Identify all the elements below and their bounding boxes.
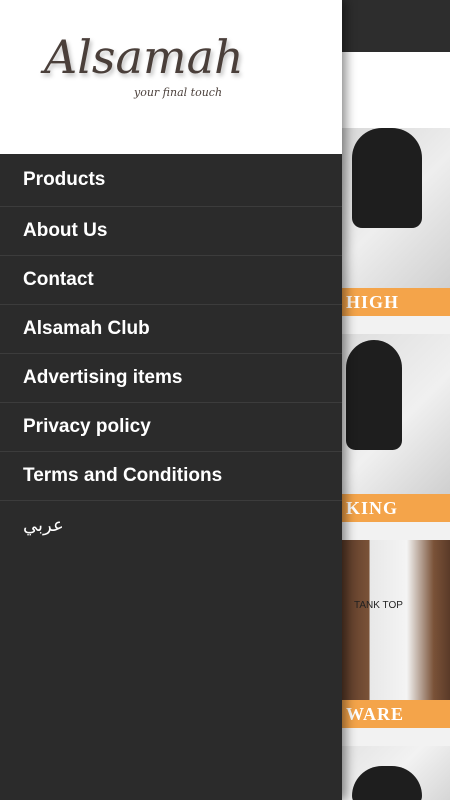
menu-item-label: Products <box>23 169 106 190</box>
model-figure <box>352 128 422 228</box>
menu-item-about-us[interactable]: About Us <box>0 207 342 256</box>
drawer-header: Alsamah your final touch <box>0 0 342 154</box>
menu-item-label: Alsamah Club <box>23 318 150 339</box>
menu-item-advertising-items[interactable]: Advertising items <box>0 354 342 403</box>
product-card[interactable]: KING <box>342 334 450 540</box>
drawer-menu: Products About Us Contact Alsamah Club A… <box>0 154 342 549</box>
product-card[interactable]: HIGH <box>342 128 450 334</box>
menu-item-label: Contact <box>23 269 94 290</box>
menu-item-label: Advertising items <box>23 367 183 388</box>
product-photo <box>342 128 450 288</box>
product-photo: TANK TOP <box>342 540 450 700</box>
product-banner: KING <box>342 494 450 522</box>
brand-logo: Alsamah <box>44 30 244 84</box>
menu-item-contact[interactable]: Contact <box>0 256 342 305</box>
menu-item-arabic-language[interactable]: عربي <box>0 501 342 549</box>
photo-label: TANK TOP <box>354 600 403 611</box>
menu-item-label: عربي <box>23 514 64 536</box>
menu-item-alsamah-club[interactable]: Alsamah Club <box>0 305 342 354</box>
menu-item-privacy-policy[interactable]: Privacy policy <box>0 403 342 452</box>
product-photo <box>342 746 450 800</box>
menu-item-label: Terms and Conditions <box>23 465 223 486</box>
menu-item-label: About Us <box>23 220 108 241</box>
navigation-drawer: Alsamah your final touch Products About … <box>0 0 342 800</box>
menu-item-terms-and-conditions[interactable]: Terms and Conditions <box>0 452 342 501</box>
model-figure <box>352 766 422 800</box>
product-card[interactable] <box>342 746 450 800</box>
menu-item-products[interactable]: Products <box>0 154 342 207</box>
product-card[interactable]: TANK TOP WARE <box>342 540 450 746</box>
menu-item-label: Privacy policy <box>23 416 151 437</box>
model-figure <box>346 340 402 450</box>
product-banner: HIGH <box>342 288 450 316</box>
brand-tagline: your final touch <box>134 86 223 99</box>
product-photo <box>342 334 450 494</box>
product-banner: WARE <box>342 700 450 728</box>
